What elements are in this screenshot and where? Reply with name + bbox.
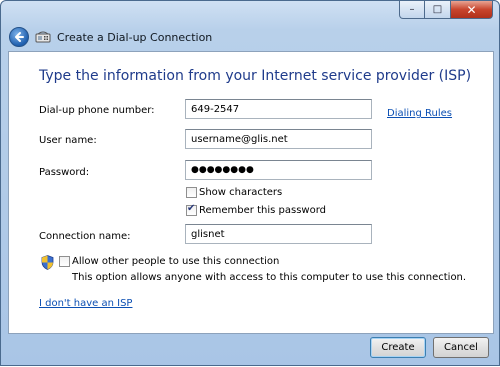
user-name-label: User name: xyxy=(39,135,97,146)
window-controls: – □ ✕ xyxy=(399,1,493,19)
connection-name-label: Connection name: xyxy=(39,231,131,242)
wizard-nav-bar: Create a Dial-up Connection xyxy=(7,25,495,49)
allow-others-checkbox[interactable] xyxy=(59,256,70,267)
cancel-button[interactable]: Cancel xyxy=(433,337,489,358)
wizard-title: Create a Dial-up Connection xyxy=(57,30,213,44)
phone-number-label: Dial-up phone number: xyxy=(39,105,155,116)
phone-number-field[interactable]: 649-2547 xyxy=(185,99,372,119)
dialing-rules-link[interactable]: Dialing Rules xyxy=(387,108,452,119)
allow-others-description: This option allows anyone with access to… xyxy=(72,272,467,283)
page-heading: Type the information from your Internet … xyxy=(39,68,472,84)
allow-others-label[interactable]: Allow other people to use this connectio… xyxy=(72,256,279,267)
uac-shield-icon xyxy=(41,255,54,270)
maximize-button[interactable]: □ xyxy=(425,1,451,19)
remember-password-label[interactable]: Remember this password xyxy=(199,205,326,216)
wizard-footer: Create Cancel xyxy=(1,334,499,367)
show-characters-checkbox[interactable] xyxy=(186,187,197,198)
dialup-modem-icon xyxy=(35,31,51,43)
no-isp-link[interactable]: I don't have an ISP xyxy=(39,298,132,309)
user-name-field[interactable]: username@glis.net xyxy=(185,129,372,149)
create-button[interactable]: Create xyxy=(370,337,426,358)
title-bar[interactable]: – □ ✕ xyxy=(1,1,499,25)
minimize-button[interactable]: – xyxy=(399,1,425,19)
connection-name-field[interactable]: glisnet xyxy=(185,224,372,244)
password-field[interactable]: ●●●●●●●● xyxy=(185,160,372,180)
back-button[interactable] xyxy=(9,27,29,47)
show-characters-label[interactable]: Show characters xyxy=(199,187,282,198)
dialup-wizard-window: – □ ✕ Create a Dial-up Connection Type t… xyxy=(0,0,500,366)
password-label: Password: xyxy=(39,167,90,178)
back-arrow-icon xyxy=(15,32,24,42)
wizard-content: Type the information from your Internet … xyxy=(8,51,494,334)
close-button[interactable]: ✕ xyxy=(451,1,493,19)
remember-password-checkbox[interactable] xyxy=(186,203,197,216)
